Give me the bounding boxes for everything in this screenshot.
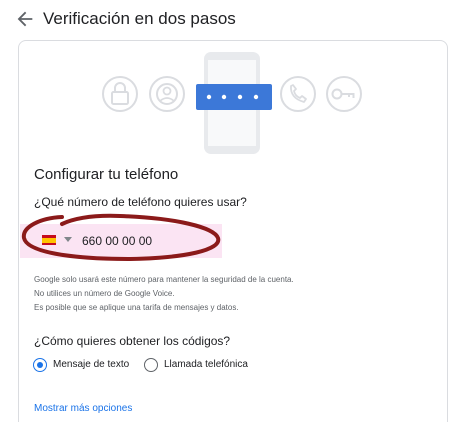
radio-phone-call[interactable] bbox=[144, 358, 158, 372]
radio-label-phone-call[interactable]: Llamada telefónica bbox=[164, 359, 248, 370]
lock-icon bbox=[102, 76, 138, 112]
codes-question: ¿Cómo quieres obtener los códigos? bbox=[34, 334, 231, 348]
radio-text-message[interactable] bbox=[33, 358, 47, 372]
spain-flag-icon[interactable] bbox=[42, 235, 56, 245]
section-title: Configurar tu teléfono bbox=[34, 166, 179, 183]
help-text-line: Es posible que se aplique una tarifa de … bbox=[34, 303, 239, 312]
key-icon bbox=[326, 76, 362, 112]
phone-icon bbox=[280, 76, 316, 112]
radio-label-text-message[interactable]: Mensaje de texto bbox=[53, 359, 129, 370]
help-text-line: No utilices un número de Google Voice. bbox=[34, 289, 175, 298]
chevron-down-icon[interactable] bbox=[64, 237, 72, 242]
account-icon bbox=[149, 76, 185, 112]
phone-question: ¿Qué número de teléfono quieres usar? bbox=[34, 195, 247, 209]
phone-number-row bbox=[20, 224, 222, 258]
phone-device-graphic bbox=[196, 52, 272, 154]
help-text-line: Google solo usará este número para mante… bbox=[34, 275, 294, 284]
show-more-options-link[interactable]: Mostrar más opciones bbox=[34, 403, 132, 414]
phone-number-input[interactable] bbox=[82, 232, 212, 250]
phone-verification-illustration bbox=[102, 52, 362, 154]
